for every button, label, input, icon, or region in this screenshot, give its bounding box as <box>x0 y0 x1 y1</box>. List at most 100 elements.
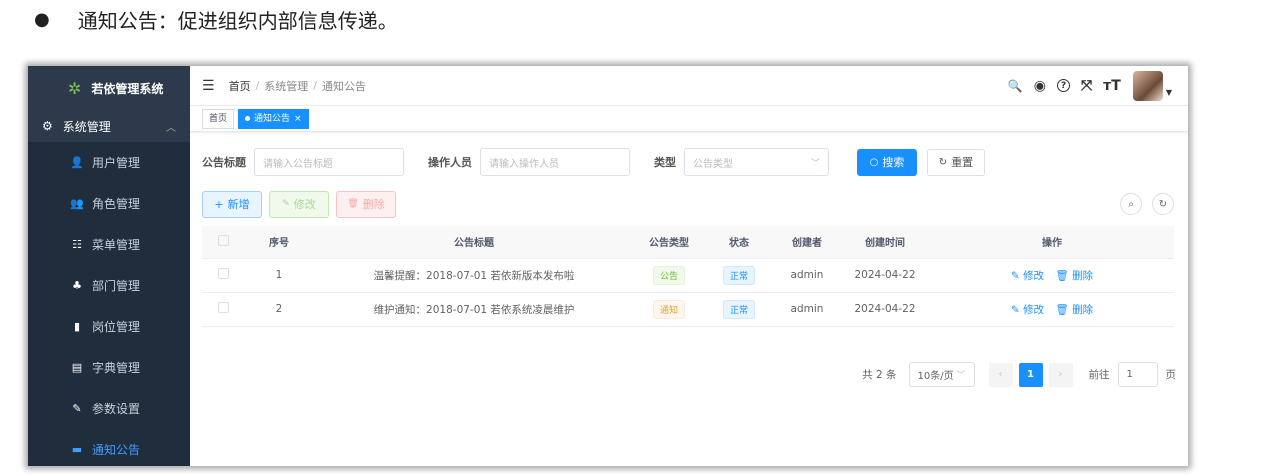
chevron-up-icon: ︿ <box>166 122 176 134</box>
help-icon[interactable]: ? <box>1056 79 1070 92</box>
title-input[interactable]: 请输入公告标题 <box>254 148 404 176</box>
cell-actions: ✎ 修改 🗑 删除 <box>930 258 1174 293</box>
col-no: 序号 <box>244 226 314 259</box>
status-tag: 正常 <box>722 299 755 319</box>
breadcrumb-system: 系统管理 <box>264 79 309 93</box>
row-checkbox[interactable] <box>202 292 244 327</box>
edit-button[interactable]: ✎ 修改 <box>269 190 329 218</box>
col-time: 创建时间 <box>840 226 930 259</box>
doc-text: 通知公告：促进组织内部信息传递。 <box>77 8 398 33</box>
cell-status: 正常 <box>704 292 774 327</box>
cell-type: 公告 <box>634 258 704 293</box>
reset-button[interactable]: ↻ 重置 <box>927 148 985 176</box>
col-type: 公告类型 <box>634 226 704 259</box>
page-number[interactable]: 1 <box>1018 362 1043 387</box>
caret-down-icon[interactable]: ▼ <box>1166 88 1172 97</box>
logo[interactable]: ✲ 若依管理系统 <box>28 66 190 110</box>
dept-tree-icon: ♣ <box>72 279 82 292</box>
cell-no: 2 <box>244 292 314 327</box>
font-size-icon[interactable]: ᴛT <box>1103 78 1121 94</box>
row-edit-link[interactable]: ✎ 修改 <box>1011 304 1044 316</box>
tag-notice[interactable]: 通知公告 × <box>238 108 309 129</box>
message-icon: ▬ <box>71 443 83 456</box>
sidebar-item[interactable]: ♣ 部门管理 <box>28 265 190 306</box>
delete-button[interactable]: 🗑 删除 <box>336 190 396 218</box>
type-tag: 公告 <box>652 265 685 285</box>
fullscreen-icon[interactable]: ⤧ <box>1081 78 1092 94</box>
sidebar-item[interactable]: ▮ 岗位管理 <box>28 306 190 347</box>
page-size-select[interactable]: 10条/页 ﹀ <box>908 362 975 387</box>
type-select[interactable]: 公告类型 ﹀ <box>684 148 829 176</box>
sidebar-item[interactable]: 👥 角色管理 <box>28 183 190 224</box>
tags-view: 首页 通知公告 × <box>190 106 1188 132</box>
prev-page-button[interactable]: ‹ <box>988 362 1013 387</box>
search-button[interactable]: ○ 搜索 <box>857 148 917 176</box>
edit-icon: ✎ <box>282 199 290 209</box>
close-icon[interactable]: × <box>294 110 302 128</box>
type-tag: 通知 <box>652 299 685 319</box>
row-edit-label: 修改 <box>1023 303 1045 316</box>
sidebar-item-label: 部门管理 <box>92 279 141 293</box>
bullet-icon: ● <box>34 8 50 30</box>
github-icon[interactable]: ◉ <box>1034 78 1046 94</box>
col-status: 状态 <box>704 226 774 259</box>
breadcrumb-notice: 通知公告 <box>322 79 366 93</box>
row-delete-link[interactable]: 🗑 删除 <box>1055 270 1093 282</box>
menu-system[interactable]: ⚙ 系统管理 ︿ <box>28 110 190 142</box>
avatar[interactable] <box>1132 70 1163 101</box>
post-icon: ▮ <box>73 320 81 333</box>
row-checkbox[interactable] <box>202 258 244 293</box>
title-label: 公告标题 <box>202 156 246 169</box>
content: 公告标题 请输入公告标题 操作人员 请输入操作人员 类型 公告类型 ﹀ ○ 搜索… <box>190 140 1188 327</box>
add-button-label: 新增 <box>227 198 250 211</box>
type-label: 类型 <box>654 156 676 169</box>
status-tag: 正常 <box>722 265 755 285</box>
doc-bullet-line: ● 通知公告：促进组织内部信息传递。 <box>34 4 398 34</box>
cell-no: 1 <box>244 258 314 293</box>
hamburger-icon[interactable]: ☰ <box>202 78 215 94</box>
next-page-button[interactable]: › <box>1048 362 1073 387</box>
row-delete-link[interactable]: 🗑 删除 <box>1055 304 1093 316</box>
add-button[interactable]: + 新增 <box>202 190 262 218</box>
checkbox[interactable] <box>217 268 229 279</box>
row-edit-link[interactable]: ✎ 修改 <box>1011 270 1044 282</box>
cell-status: 正常 <box>704 258 774 293</box>
edit-button-label: 修改 <box>293 198 316 211</box>
goto-page-input[interactable]: 1 <box>1117 362 1158 387</box>
sidebar-item-label: 用户管理 <box>92 156 141 170</box>
operator-input[interactable]: 请输入操作人员 <box>480 148 630 176</box>
reset-button-label: 重置 <box>951 156 974 169</box>
col-creator: 创建者 <box>774 226 840 259</box>
sidebar-item[interactable]: ▤ 字典管理 <box>28 347 190 388</box>
table-toolbar: + 新增 ✎ 修改 🗑 删除 ⌕ ↻ <box>202 190 1176 218</box>
type-select-placeholder: 公告类型 <box>693 158 733 170</box>
tag-notice-label: 通知公告 <box>254 113 291 124</box>
search-icon[interactable]: 🔍 <box>1008 79 1023 93</box>
submenu: 👤 用户管理 👥 角色管理 ☷ 菜单管理 ♣ 部门管理 ▮ 岗位管理 ▤ 字典管理 ✎ 参数设置 ▬ 通知公告 <box>28 142 190 466</box>
refresh-icon[interactable]: ↻ <box>1152 193 1174 215</box>
search-button-label: 搜索 <box>882 156 905 169</box>
checkbox[interactable] <box>217 302 229 313</box>
sidebar-item-label: 通知公告 <box>92 443 141 457</box>
pager-unit: 页 <box>1165 369 1177 381</box>
breadcrumb-sep: / <box>255 79 260 92</box>
chevron-down-icon: ﹀ <box>956 371 966 381</box>
tag-home[interactable]: 首页 <box>202 108 235 129</box>
breadcrumb-home[interactable]: 首页 <box>229 78 251 94</box>
sidebar-item[interactable]: ▬ 通知公告 <box>28 429 190 466</box>
row-edit-label: 修改 <box>1023 269 1045 282</box>
chevron-down-icon: ﹀ <box>810 158 820 169</box>
sidebar-item[interactable]: ☷ 菜单管理 <box>28 224 190 265</box>
checkbox[interactable] <box>217 234 229 246</box>
row-delete-label: 删除 <box>1072 269 1094 282</box>
sidebar-item[interactable]: 👤 用户管理 <box>28 142 190 183</box>
table-row[interactable]: 2 维护通知：2018-07-01 若依系统凌晨维护 通知 正常 admin 2… <box>202 292 1174 327</box>
sidebar-item-label: 参数设置 <box>92 402 141 416</box>
toggle-search-icon[interactable]: ⌕ <box>1120 193 1142 215</box>
table-header-row: 序号 公告标题 公告类型 状态 创建者 创建时间 操作 <box>202 226 1174 259</box>
table-row[interactable]: 1 温馨提醒：2018-07-01 若依新版本发布啦 公告 正常 admin 2… <box>202 258 1174 293</box>
sidebar-item[interactable]: ✎ 参数设置 <box>28 388 190 429</box>
sidebar-item-label: 岗位管理 <box>92 320 141 334</box>
table-tools: ⌕ ↻ <box>1110 193 1174 215</box>
select-all-checkbox[interactable] <box>202 226 244 259</box>
